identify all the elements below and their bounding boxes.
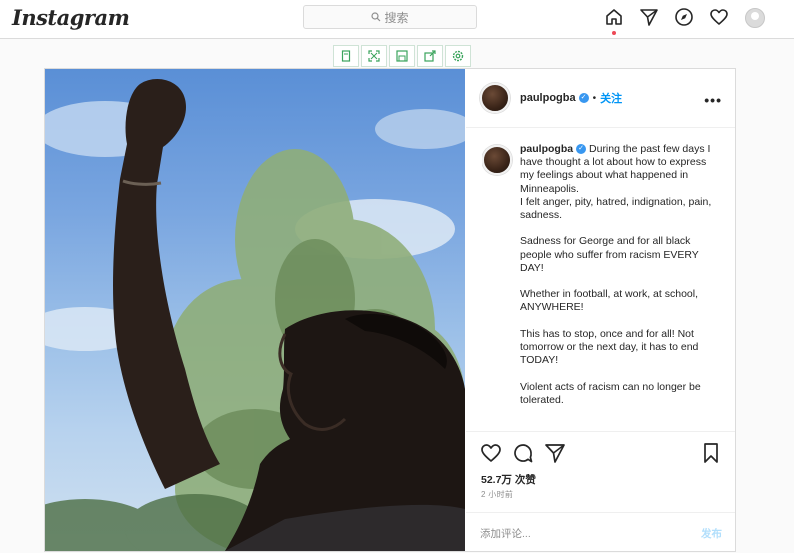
share-icon[interactable] xyxy=(417,45,443,67)
verified-badge-icon: ✓ xyxy=(576,144,587,155)
more-options-icon[interactable]: ••• xyxy=(704,92,722,108)
save-bookmark-icon[interactable] xyxy=(701,442,721,469)
post-sidebar: paulpogba ✓ • 关注 ••• paulpogba ✓ During t… xyxy=(466,69,735,551)
verified-badge-icon: ✓ xyxy=(578,93,589,103)
explore-icon[interactable] xyxy=(673,6,695,28)
post-card: paulpogba ✓ • 关注 ••• paulpogba ✓ During t… xyxy=(44,68,736,552)
caption-paragraph: Violent acts of racism can no longer be … xyxy=(520,380,701,406)
likes-count[interactable]: 52.7万 次赞 xyxy=(481,472,536,487)
follow-separator: • xyxy=(592,92,597,104)
home-icon[interactable] xyxy=(603,6,625,35)
caption-username[interactable]: paulpogba xyxy=(520,143,573,155)
comment-icon[interactable] xyxy=(512,442,534,464)
post-caption: paulpogba ✓ During the past few days I ha… xyxy=(482,143,722,430)
comment-box: 添加评论... 发布 xyxy=(466,512,735,553)
post-timestamp[interactable]: 2 小时前 xyxy=(481,489,513,500)
share-post-icon[interactable] xyxy=(544,442,566,464)
post-comment-button[interactable]: 发布 xyxy=(701,526,722,541)
post-header: paulpogba ✓ • 关注 ••• xyxy=(466,69,735,128)
save-image-icon[interactable] xyxy=(389,45,415,67)
caption-paragraph: Sadness for George and for all black peo… xyxy=(520,235,699,274)
notification-dot xyxy=(612,31,616,35)
follow-button[interactable]: 关注 xyxy=(600,90,622,106)
instagram-logo[interactable]: Instagram xyxy=(12,5,130,30)
search-placeholder: 搜索 xyxy=(384,10,409,25)
fullscreen-icon[interactable] xyxy=(361,45,387,67)
image-toolbar xyxy=(333,45,473,67)
search-icon xyxy=(371,12,381,22)
caption-author-avatar[interactable] xyxy=(482,145,512,175)
post-actions: 52.7万 次赞 2 小时前 添加评论... 发布 xyxy=(466,431,735,552)
author-avatar[interactable] xyxy=(480,83,510,113)
author-username[interactable]: paulpogba xyxy=(520,92,576,104)
settings-icon[interactable] xyxy=(445,45,471,67)
direct-message-icon[interactable] xyxy=(638,6,660,28)
top-navigation-bar: Instagram 搜索 xyxy=(0,0,794,39)
activity-heart-icon[interactable] xyxy=(708,6,730,28)
caption-paragraph: Whether in football, at work, at school,… xyxy=(520,288,699,314)
bookmark-page-icon[interactable] xyxy=(333,45,359,67)
like-heart-icon[interactable] xyxy=(480,442,502,464)
comment-input[interactable]: 添加评论... xyxy=(480,526,531,541)
profile-avatar[interactable] xyxy=(745,8,765,28)
nav-icons xyxy=(603,6,765,35)
post-photo[interactable] xyxy=(45,69,465,551)
search-input[interactable]: 搜索 xyxy=(303,5,477,29)
caption-paragraph: This has to stop, once and for all! Not … xyxy=(520,327,699,367)
caption-text: paulpogba ✓ During the past few days I ha… xyxy=(520,143,716,420)
